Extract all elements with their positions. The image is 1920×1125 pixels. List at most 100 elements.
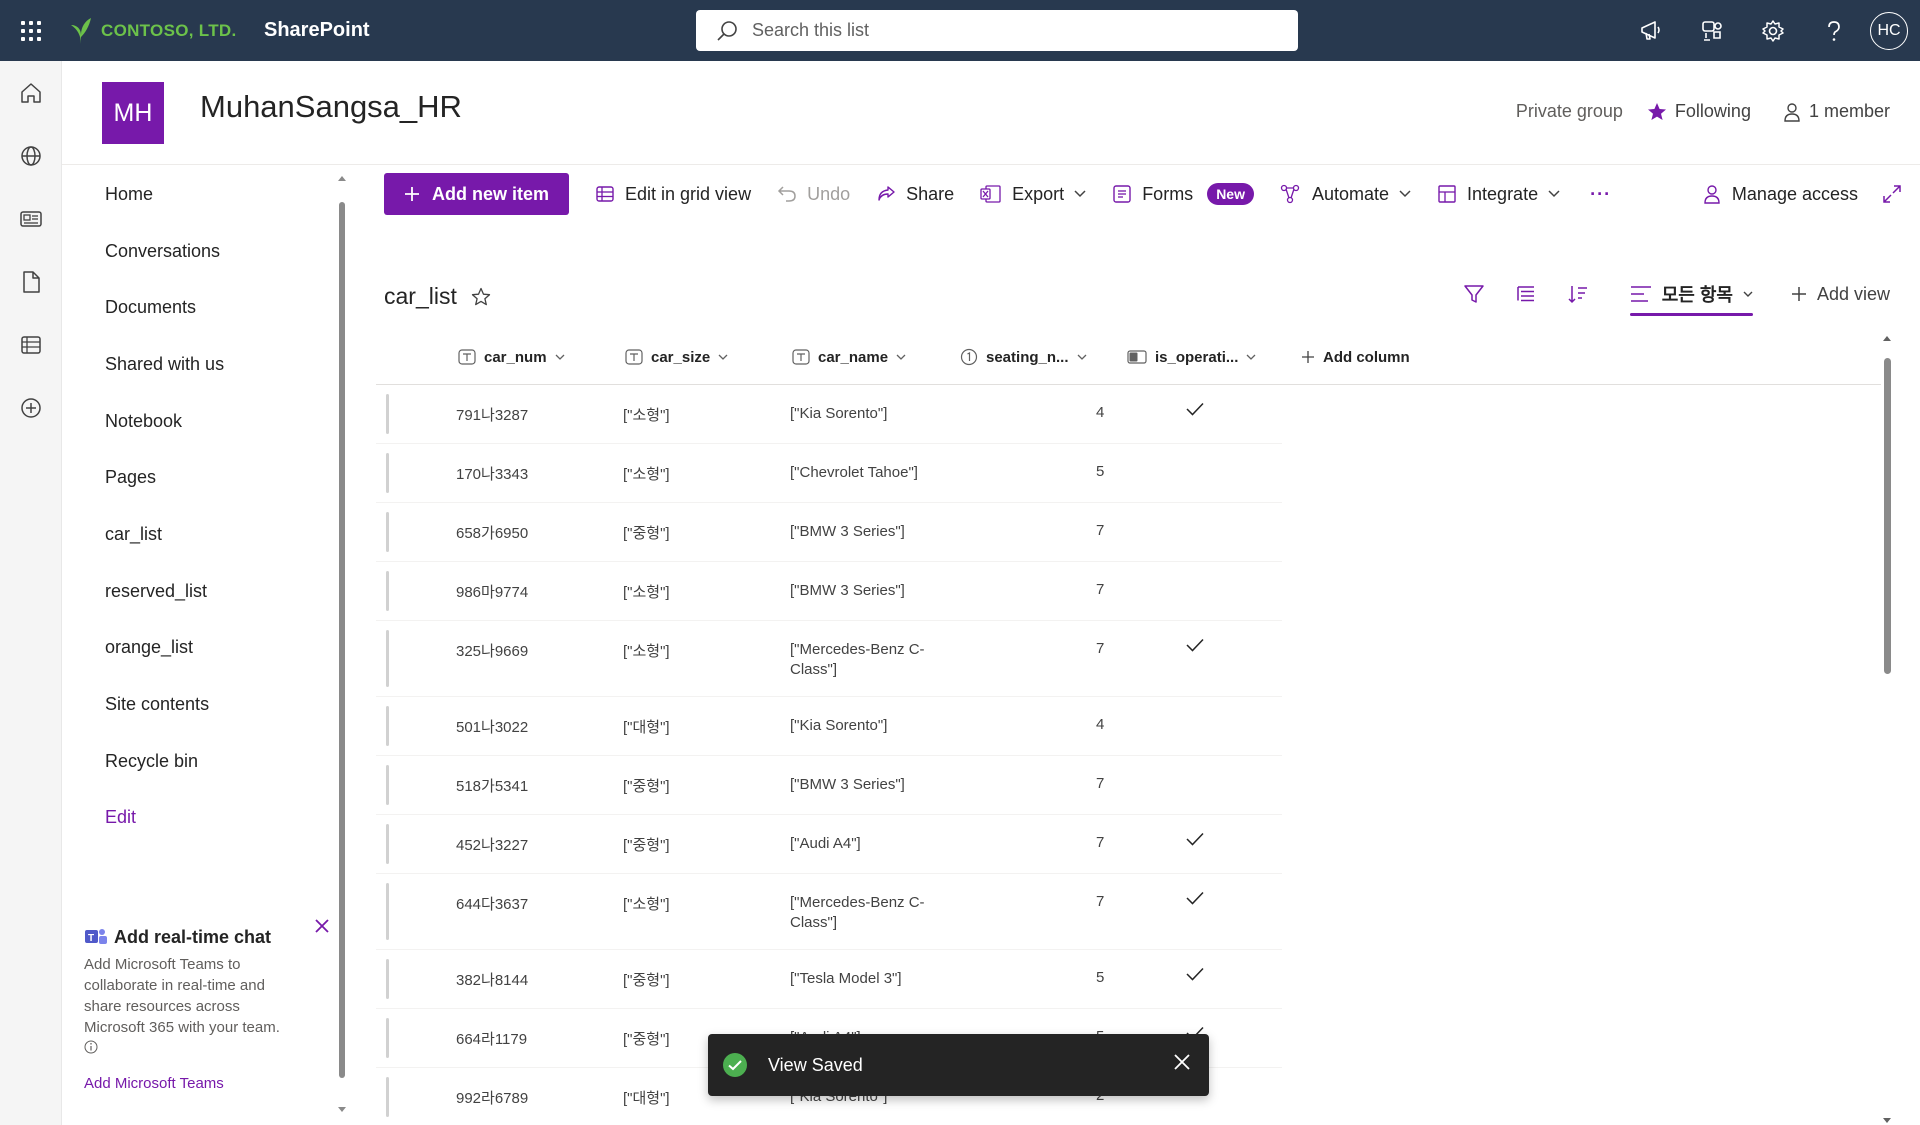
nav-item-reserved-list[interactable]: reserved_list <box>62 563 352 620</box>
add-teams-link[interactable]: Add Microsoft Teams <box>84 1075 312 1092</box>
nav-item-documents[interactable]: Documents <box>62 279 352 336</box>
follow-button[interactable]: Following <box>1647 101 1751 122</box>
info-icon[interactable] <box>84 1040 98 1054</box>
star-outline-icon[interactable] <box>471 287 491 307</box>
close-icon[interactable] <box>1173 1053 1191 1071</box>
add-new-item-button[interactable]: Add new item <box>384 173 570 215</box>
row-select-handle[interactable] <box>386 959 389 999</box>
grid-body: 791나3287 ["소형"] ["Kia Sorento"] 4 170나3343 ["… <box>376 385 1881 1125</box>
row-select-handle[interactable] <box>386 512 389 552</box>
row-select-handle[interactable] <box>386 630 389 687</box>
nav-item-edit[interactable]: Edit <box>62 790 352 847</box>
add-new-item-label: Add new item <box>432 183 550 204</box>
new-badge: New <box>1207 183 1254 205</box>
column-header-car-size[interactable]: car_size <box>625 349 728 366</box>
row-select-handle[interactable] <box>386 883 389 940</box>
search-input[interactable] <box>752 20 1272 41</box>
automate-button[interactable]: Automate <box>1280 184 1411 205</box>
lists-icon[interactable] <box>0 313 62 376</box>
column-header-seating[interactable]: seating_n... <box>960 348 1087 366</box>
export-button[interactable]: Export <box>980 184 1086 205</box>
nav-item-site-contents[interactable]: Site contents <box>62 676 352 733</box>
app-name[interactable]: SharePoint <box>264 19 370 42</box>
cell-car-num: 382나8144 <box>456 972 529 989</box>
cell-seating: 7 <box>1096 893 1105 910</box>
megaphone-icon[interactable] <box>1620 0 1681 61</box>
row-select-handle[interactable] <box>386 1077 389 1117</box>
row-select-handle[interactable] <box>386 1018 389 1058</box>
add-view-button[interactable]: Add view <box>1791 284 1890 305</box>
nav-item-conversations[interactable]: Conversations <box>62 223 352 280</box>
undo-button[interactable]: Undo <box>777 184 850 205</box>
gear-icon[interactable] <box>1742 0 1803 61</box>
row-select-handle[interactable] <box>386 571 389 611</box>
list-title-text[interactable]: car_list <box>384 283 457 310</box>
manage-access-button[interactable]: Manage access <box>1702 184 1858 205</box>
table-row[interactable]: 501나3022 ["대형"] ["Kia Sorento"] 4 <box>376 697 1282 756</box>
table-row[interactable]: 658가6950 ["중형"] ["BMW 3 Series"] 7 <box>376 503 1282 562</box>
expand-button[interactable] <box>1882 184 1902 204</box>
site-logo[interactable]: MH <box>102 82 164 144</box>
table-row[interactable]: 644다3637 ["소형"] ["Mercedes-Benz C-Class"] 7 <box>376 874 1282 950</box>
home-icon[interactable] <box>0 61 62 124</box>
grid-icon <box>596 186 614 202</box>
nav-item-pages[interactable]: Pages <box>62 449 352 506</box>
user-avatar[interactable]: HC <box>1870 11 1908 50</box>
teams-icon[interactable] <box>1681 0 1742 61</box>
globe-icon[interactable] <box>0 124 62 187</box>
table-row[interactable]: 452나3227 ["중형"] ["Audi A4"] 7 <box>376 815 1282 874</box>
table-row[interactable]: 986마9774 ["소형"] ["BMW 3 Series"] 7 <box>376 562 1282 621</box>
close-icon[interactable] <box>310 914 334 938</box>
view-selector-label: 모든 항목 <box>1661 285 1733 305</box>
add-column-button[interactable]: Add column <box>1301 349 1410 366</box>
help-icon[interactable] <box>1803 0 1864 61</box>
nav-item-orange-list[interactable]: orange_list <box>62 620 352 677</box>
table-row[interactable]: 325나9669 ["소형"] ["Mercedes-Benz C-Class"] 7 <box>376 621 1282 697</box>
grid-scrollbar[interactable] <box>1880 334 1894 1125</box>
view-selector[interactable]: 모든 항목 <box>1614 268 1769 320</box>
share-label: Share <box>906 183 955 204</box>
cell-car-num: 518가5341 <box>456 778 529 795</box>
forms-button[interactable]: Forms New <box>1112 183 1254 205</box>
table-row[interactable]: 518가5341 ["중형"] ["BMW 3 Series"] 7 <box>376 756 1282 815</box>
column-header-car-name[interactable]: car_name <box>792 349 906 366</box>
nav-item-shared-with-us[interactable]: Shared with us <box>62 336 352 393</box>
file-icon[interactable] <box>0 250 62 313</box>
nav-scrollbar[interactable] <box>336 174 348 1114</box>
person-icon <box>1704 185 1720 204</box>
row-select-handle[interactable] <box>386 453 389 493</box>
more-options-button[interactable]: ··· <box>1590 184 1611 205</box>
news-icon[interactable] <box>0 187 62 250</box>
svg-text:T: T <box>88 933 94 944</box>
realtime-chat-card: T Add real-time chat Add Microsoft Teams… <box>62 896 334 1092</box>
site-header: MH MuhanSangsa_HR Private group Followin… <box>62 61 1920 165</box>
nav-item-car-list[interactable]: car_list <box>62 506 352 563</box>
filter-icon[interactable] <box>1448 268 1500 320</box>
app-launcher-button[interactable] <box>0 0 61 61</box>
row-select-handle[interactable] <box>386 765 389 805</box>
nav-item-notebook[interactable]: Notebook <box>62 393 352 450</box>
brand-logo[interactable]: CONTOSO, LTD. <box>69 17 264 45</box>
table-row[interactable]: 791나3287 ["소형"] ["Kia Sorento"] 4 <box>376 385 1282 444</box>
integrate-button[interactable]: Integrate <box>1437 184 1560 205</box>
column-header-is-operating[interactable]: is_operati... <box>1127 349 1256 366</box>
share-button[interactable]: Share <box>876 184 954 205</box>
cell-car-num: 992라6789 <box>456 1090 529 1107</box>
column-header-car-num[interactable]: car_num <box>458 349 565 366</box>
row-select-handle[interactable] <box>386 706 389 746</box>
cell-car-size: ["중형"] <box>623 972 670 989</box>
table-row[interactable]: 382나8144 ["중형"] ["Tesla Model 3"] 5 <box>376 950 1282 1009</box>
cell-car-size: ["소형"] <box>623 896 670 913</box>
site-title[interactable]: MuhanSangsa_HR <box>200 89 462 125</box>
nav-item-home[interactable]: Home <box>62 166 352 223</box>
sort-icon[interactable] <box>1552 268 1604 320</box>
create-icon[interactable] <box>0 376 62 439</box>
row-select-handle[interactable] <box>386 824 389 864</box>
table-row[interactable]: 170나3343 ["소형"] ["Chevrolet Tahoe"] 5 <box>376 444 1282 503</box>
group-by-icon[interactable] <box>1500 268 1552 320</box>
members-button[interactable]: 1 member <box>1783 101 1890 122</box>
nav-item-recycle-bin[interactable]: Recycle bin <box>62 733 352 790</box>
search-box[interactable] <box>696 10 1298 51</box>
edit-grid-view-button[interactable]: Edit in grid view <box>595 184 751 205</box>
row-select-handle[interactable] <box>386 394 389 434</box>
